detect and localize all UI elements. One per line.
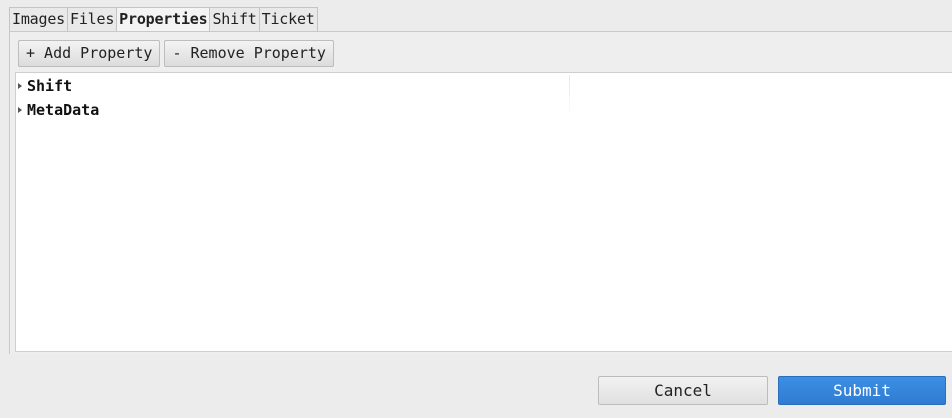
- tree-item-shift[interactable]: Shift: [18, 74, 72, 98]
- properties-dialog: Images Files Properties Shift Ticket + A…: [0, 0, 952, 418]
- tab-ticket[interactable]: Ticket: [258, 7, 318, 31]
- tree-item-label: MetaData: [27, 101, 100, 119]
- tree-item-metadata[interactable]: MetaData: [18, 98, 99, 122]
- tab-properties[interactable]: Properties: [116, 7, 211, 31]
- tab-bar: Images Files Properties Shift Ticket: [9, 7, 318, 31]
- tree-item-label: Shift: [27, 77, 73, 95]
- tab-shift[interactable]: Shift: [209, 7, 260, 31]
- column-divider: [569, 75, 570, 119]
- chevron-right-icon[interactable]: [18, 83, 22, 89]
- tab-images[interactable]: Images: [9, 7, 68, 31]
- property-tree[interactable]: Shift MetaData: [15, 72, 952, 352]
- tab-files[interactable]: Files: [67, 7, 118, 31]
- submit-button[interactable]: Submit: [778, 376, 946, 405]
- cancel-button[interactable]: Cancel: [598, 376, 768, 405]
- property-toolbar: + Add Property - Remove Property: [18, 40, 334, 67]
- properties-panel: + Add Property - Remove Property Shift M…: [9, 31, 952, 354]
- add-property-button[interactable]: + Add Property: [18, 40, 161, 67]
- chevron-right-icon[interactable]: [18, 107, 22, 113]
- remove-property-button[interactable]: - Remove Property: [164, 40, 334, 67]
